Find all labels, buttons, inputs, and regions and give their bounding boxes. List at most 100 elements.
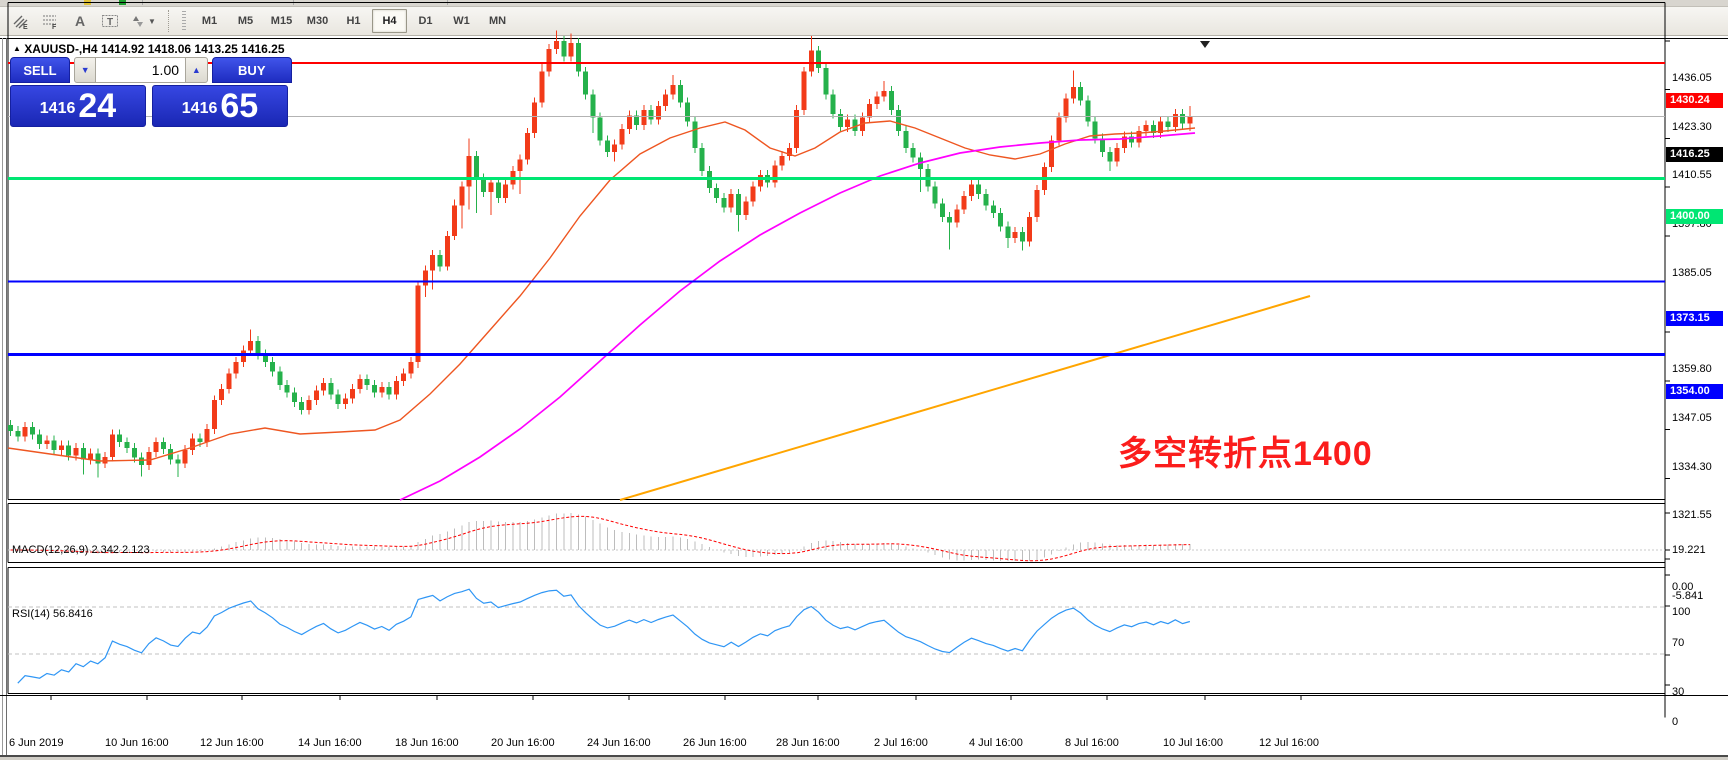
ohlc-close: 1416.25 (241, 42, 284, 56)
sell-button[interactable]: SELL (10, 57, 70, 83)
candle-body (299, 402, 304, 410)
candle-body (197, 438, 202, 442)
candle-body (962, 196, 967, 209)
candle-body (1005, 226, 1010, 237)
candle-body (401, 373, 406, 381)
candle-body (8, 425, 13, 431)
volume-decrease-button[interactable]: ▼ (74, 57, 97, 83)
price-tick-label: 1321.55 (1672, 509, 1712, 521)
candle-body (161, 442, 166, 449)
candle-body (452, 205, 457, 236)
candle-body (561, 41, 566, 56)
candle-body (721, 198, 726, 208)
candle-body (474, 156, 479, 179)
candle-body (1071, 87, 1076, 98)
candle-body (758, 175, 763, 186)
candle-body (729, 194, 734, 207)
candle-body (328, 383, 333, 394)
buy-button[interactable]: BUY (212, 57, 292, 83)
sell-price-panel[interactable]: 1416 24 (10, 85, 146, 127)
candle-body (234, 362, 239, 373)
candle-body (794, 110, 799, 148)
candle-body (903, 131, 908, 148)
candle-body (539, 72, 544, 103)
candle-body (831, 95, 836, 114)
candle-body (736, 194, 741, 215)
candle-body (882, 91, 887, 97)
price-badge: 1354.00 (1666, 384, 1723, 399)
collapse-arrow-icon[interactable]: ▲ (13, 44, 21, 53)
candle-body (911, 148, 916, 158)
price-badge: 1373.15 (1666, 311, 1723, 326)
candle-body (314, 391, 319, 401)
candle-body (44, 440, 49, 444)
price-badge: 1430.24 (1666, 93, 1723, 108)
candle-body (74, 448, 79, 456)
candle-body (248, 341, 253, 351)
time-axis-label: 10 Jul 16:00 (1163, 737, 1223, 749)
sell-price-pips: 24 (78, 88, 116, 124)
candle-body (751, 186, 756, 201)
candle-body (620, 129, 625, 144)
candle-body (15, 431, 20, 437)
candle-body (809, 51, 814, 72)
rsi-axis-label: 30 (1672, 686, 1684, 698)
candle-body (285, 385, 290, 393)
chart-shift-marker-icon[interactable] (1200, 41, 1210, 48)
candle-body (700, 148, 705, 171)
candle-body (532, 102, 537, 133)
candle-body (1144, 125, 1149, 131)
volume-input[interactable]: 1.00 (96, 57, 185, 83)
candle-body (336, 395, 341, 405)
chart-text-annotation[interactable]: 多空转折点1400 (1118, 426, 1373, 475)
time-axis-label: 8 Jul 16:00 (1065, 737, 1119, 749)
candle-body (954, 209, 959, 222)
candle-body (226, 373, 231, 388)
buy-price-main: 1416 (182, 94, 218, 124)
candle-body (518, 160, 523, 171)
candle-body (605, 141, 610, 152)
candle-body (1100, 139, 1105, 152)
candle-body (95, 454, 100, 464)
candle-body (678, 85, 683, 102)
candle-body (685, 102, 690, 121)
candle-body (394, 381, 399, 394)
rsi-line (18, 589, 1190, 683)
candle-body (270, 362, 275, 372)
candle-body (175, 459, 180, 463)
candle-body (845, 119, 850, 127)
buy-price-panel[interactable]: 1416 65 (152, 85, 288, 127)
candle-body (554, 41, 559, 49)
ma-fast-line (8, 121, 1195, 461)
candle-body (488, 183, 493, 193)
macd-label: MACD(12,26,9) 2.342 2.123 (12, 544, 150, 556)
candle-body (823, 68, 828, 95)
candle-body (641, 110, 646, 125)
candle-body (292, 393, 297, 403)
candle-body (365, 379, 370, 385)
candle-body (416, 286, 421, 362)
candle-body (874, 97, 879, 105)
candle-body (124, 442, 129, 448)
candle-body (1013, 232, 1018, 238)
candle-body (649, 110, 654, 120)
candle-body (656, 106, 661, 119)
volume-increase-button[interactable]: ▲ (185, 57, 208, 83)
candle-body (1078, 87, 1083, 100)
candle-body (1115, 148, 1120, 161)
candle-body (1085, 100, 1090, 121)
candle-body (627, 116, 632, 129)
candle-body (976, 184, 981, 194)
candle-body (445, 236, 450, 267)
candle-body (969, 184, 974, 195)
candle-body (372, 385, 377, 393)
price-badge: 1400.00 (1666, 209, 1723, 224)
rsi-axis-label: 70 (1672, 637, 1684, 649)
candle-body (321, 383, 326, 391)
candle-body (569, 43, 574, 56)
candle-body (256, 341, 261, 354)
candle-body (66, 445, 71, 455)
ohlc-low: 1413.25 (194, 42, 237, 56)
candle-body (1180, 114, 1185, 124)
time-axis-label: 24 Jun 16:00 (587, 737, 651, 749)
